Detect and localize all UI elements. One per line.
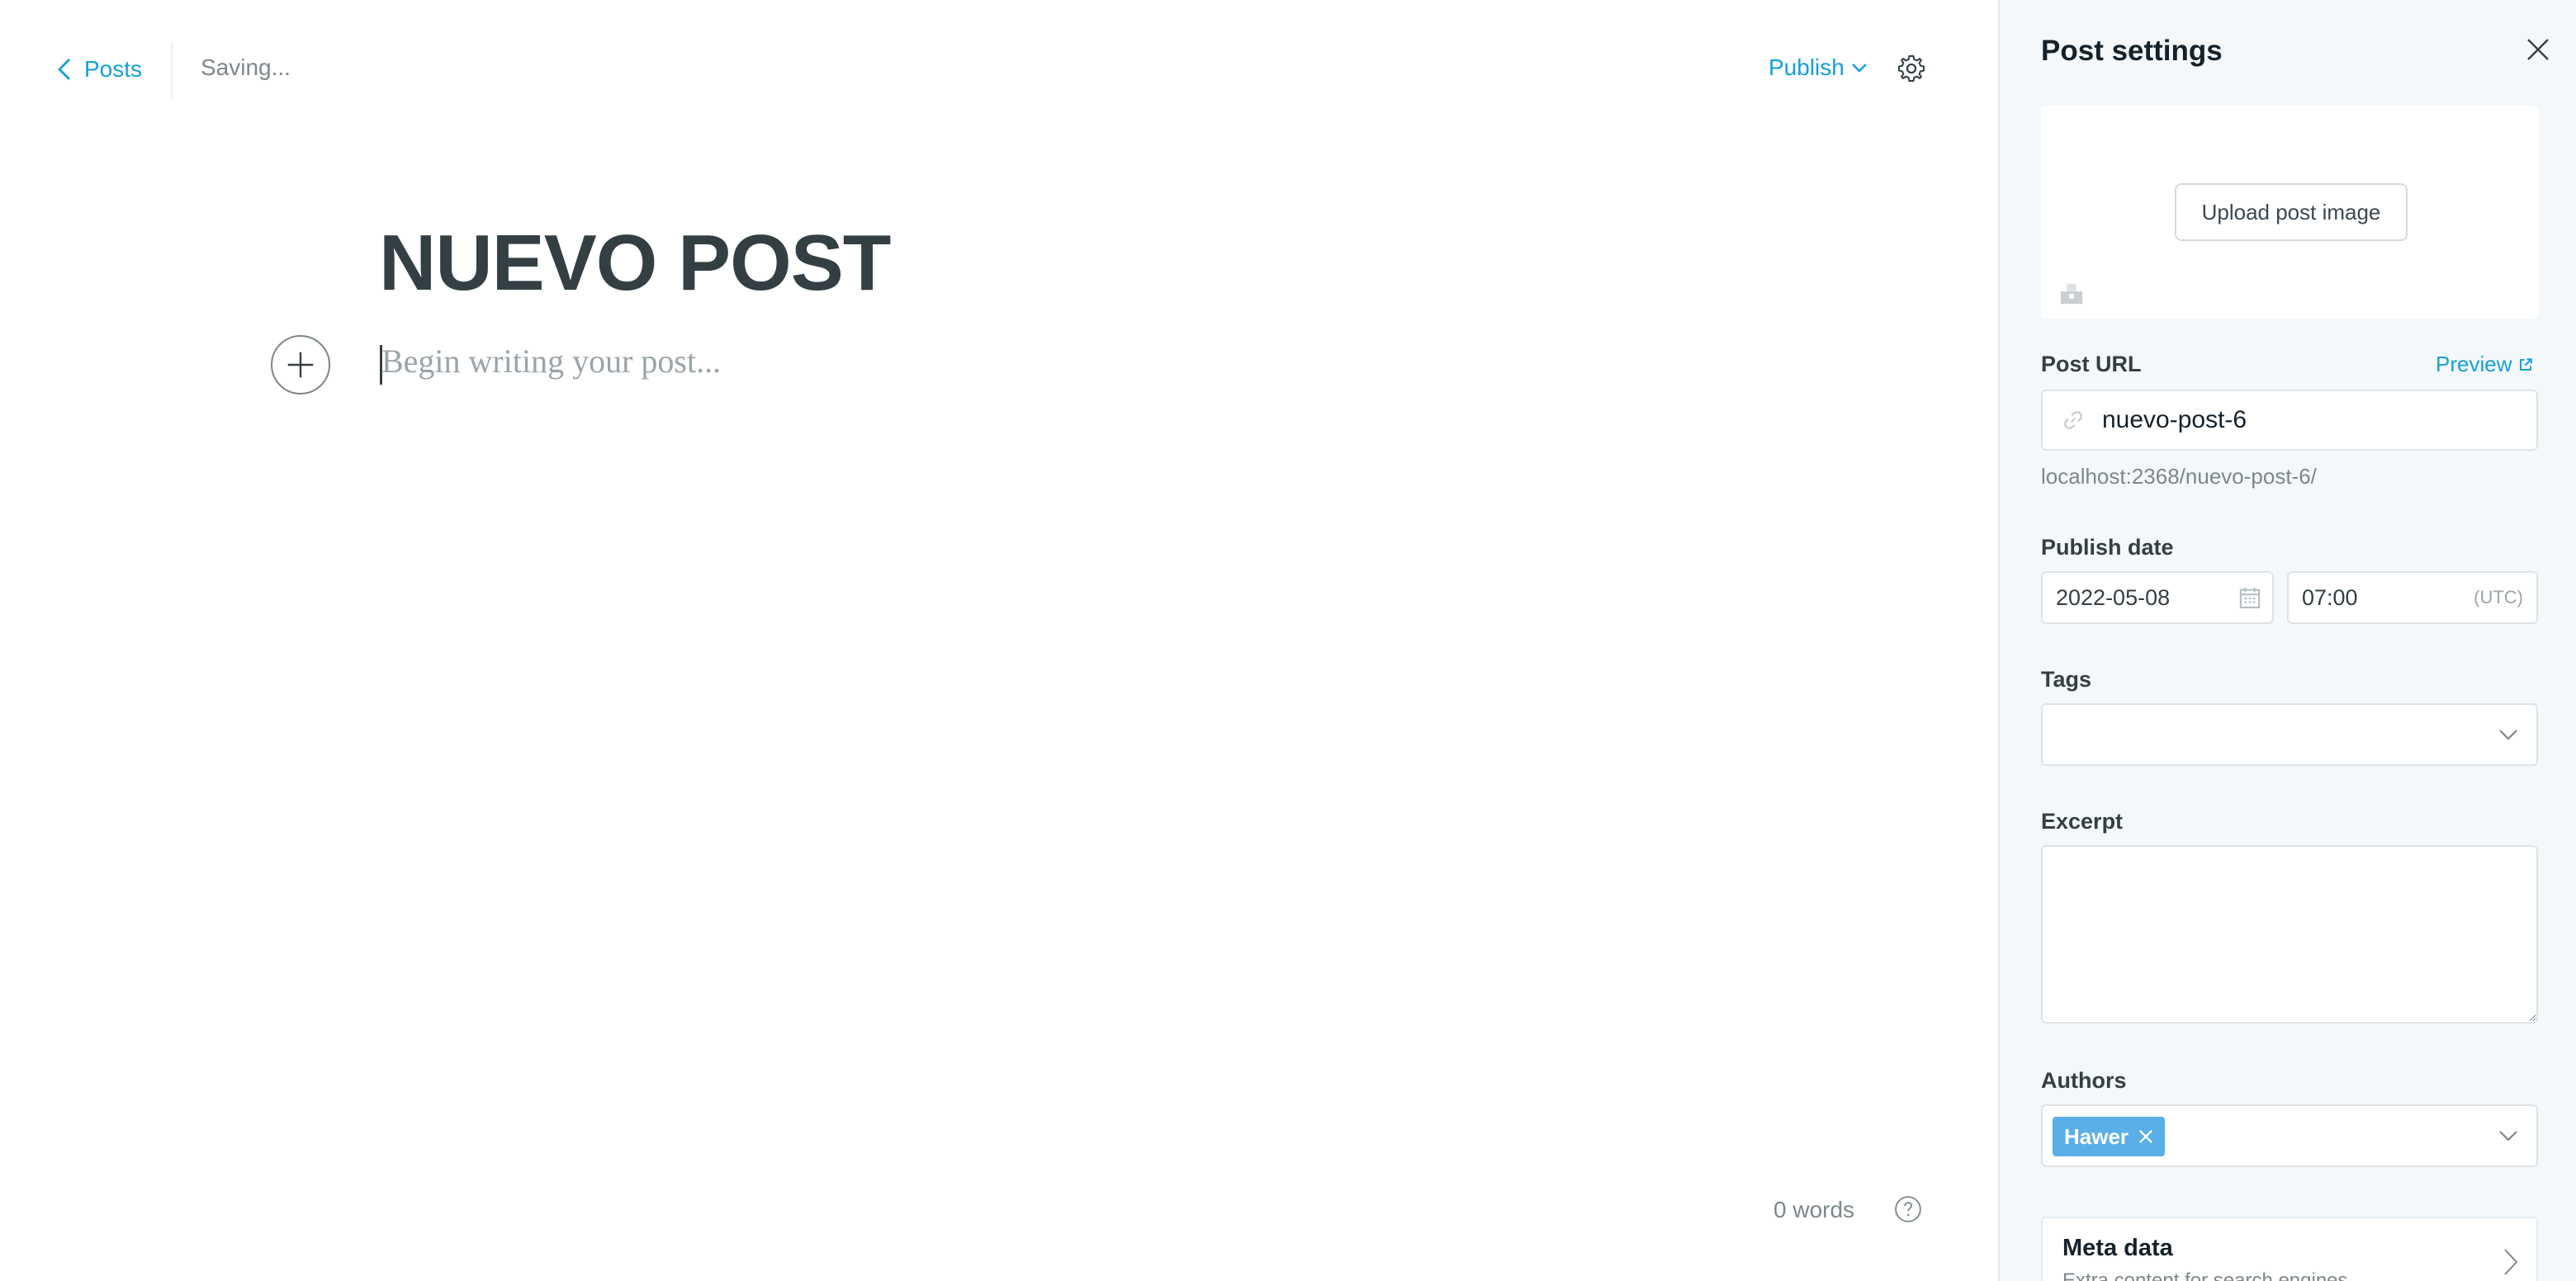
post-settings-panel: Post settings Upload post image Post URL… <box>1998 0 2576 1281</box>
chevron-left-icon <box>58 59 70 80</box>
timezone-label: (UTC) <box>2474 587 2523 607</box>
chevron-down-icon <box>2499 730 2517 740</box>
preview-label: Preview <box>2436 352 2512 376</box>
publish-date-label: Publish date <box>2041 535 2174 560</box>
excerpt-label: Excerpt <box>2041 809 2124 834</box>
authors-label: Authors <box>2041 1068 2127 1093</box>
meta-data-title: Meta data <box>2062 1235 2173 1261</box>
tags-select[interactable] <box>2041 703 2538 766</box>
preview-link[interactable]: Preview <box>2436 352 2533 377</box>
publish-label: Publish <box>1769 54 1844 80</box>
post-url-field[interactable] <box>2041 390 2538 451</box>
image-icon <box>2060 283 2083 305</box>
publish-time-input[interactable] <box>2302 584 2426 611</box>
gear-icon[interactable] <box>1896 53 1927 84</box>
external-link-icon <box>2520 357 2533 371</box>
header-divider <box>171 41 173 99</box>
save-status: Saving... <box>201 54 291 80</box>
post-url-label: Post URL <box>2041 352 2142 376</box>
add-card-button[interactable] <box>271 335 330 395</box>
publish-date-input[interactable] <box>2056 584 2196 611</box>
tags-label: Tags <box>2041 667 2092 692</box>
post-url-input[interactable] <box>2102 406 2515 434</box>
meta-data-subtitle: Extra content for search engines <box>2062 1269 2348 1281</box>
help-icon[interactable] <box>1894 1195 1922 1223</box>
author-name: Hawer <box>2064 1123 2129 1149</box>
publish-date-field[interactable] <box>2041 571 2274 624</box>
chevron-down-icon <box>2499 1131 2517 1142</box>
word-count: 0 words <box>1773 1197 1855 1222</box>
post-body-placeholder[interactable]: Begin writing your post... <box>381 342 721 381</box>
chevron-right-icon <box>2504 1249 2518 1275</box>
link-icon <box>2064 411 2082 429</box>
publish-menu-button[interactable]: Publish <box>1769 54 1868 81</box>
post-image-dropzone[interactable]: Upload post image <box>2041 106 2538 319</box>
authors-select[interactable]: Hawer <box>2041 1104 2538 1167</box>
author-chip: Hawer <box>2053 1117 2166 1156</box>
calendar-icon[interactable] <box>2239 586 2261 609</box>
meta-data-card[interactable]: Meta data Extra content for search engin… <box>2041 1217 2538 1281</box>
upload-post-image-button[interactable]: Upload post image <box>2175 183 2408 241</box>
publish-time-field[interactable]: (UTC) <box>2287 571 2538 624</box>
app-root: Posts Saving... Publish NUEVO POST Begin… <box>0 0 2576 1281</box>
back-link-label: Posts <box>84 56 143 82</box>
post-url-hint: localhost:2368/nuevo-post-6/ <box>2041 464 2317 489</box>
close-icon[interactable] <box>2526 38 2550 61</box>
back-to-posts-link[interactable]: Posts <box>54 53 142 86</box>
remove-author-icon[interactable] <box>2138 1129 2153 1144</box>
post-title[interactable]: NUEVO POST <box>379 218 891 309</box>
panel-title: Post settings <box>2041 35 2223 67</box>
editor-area: Posts Saving... Publish NUEVO POST Begin… <box>0 0 1998 1281</box>
plus-icon <box>287 352 314 378</box>
chevron-down-icon <box>1851 64 1867 73</box>
excerpt-textarea[interactable] <box>2041 845 2538 1023</box>
